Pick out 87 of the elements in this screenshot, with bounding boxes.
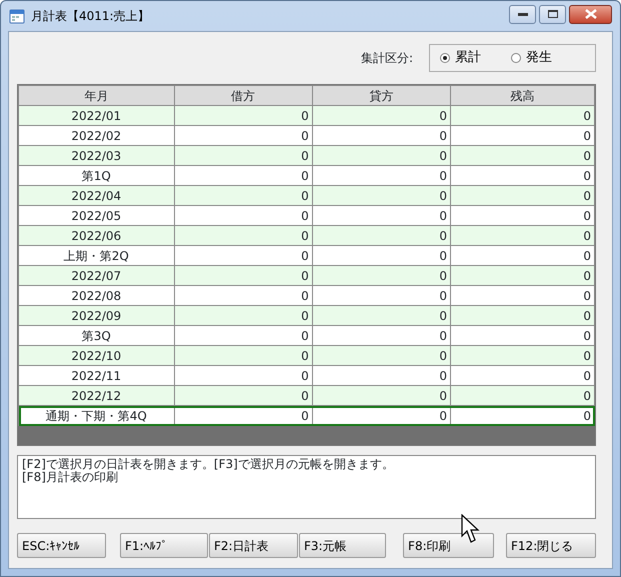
table-cell: 0 <box>312 106 450 126</box>
table-cell: 0 <box>174 166 312 186</box>
table-cell: 0 <box>312 266 450 286</box>
table-cell: 0 <box>450 246 594 266</box>
table-cell: 0 <box>174 386 312 406</box>
table-cell: 0 <box>450 166 594 186</box>
table-cell: 0 <box>174 146 312 166</box>
app-icon <box>9 8 25 24</box>
close-button[interactable] <box>569 4 612 24</box>
table-cell: 0 <box>174 306 312 326</box>
table-cell: 0 <box>450 286 594 306</box>
table-cell: 0 <box>312 126 450 146</box>
table-cell: 0 <box>450 366 594 386</box>
column-header: 貸方 <box>312 86 450 106</box>
table-cell: 2022/08 <box>18 286 174 306</box>
table-cell: 0 <box>312 346 450 366</box>
table-cell: 2022/02 <box>18 126 174 146</box>
table-cell: 0 <box>312 166 450 186</box>
table-cell: 2022/01 <box>18 106 174 126</box>
table-cell: 0 <box>312 406 450 426</box>
table-cell: 0 <box>312 206 450 226</box>
table-cell: 0 <box>450 146 594 166</box>
table-cell: 0 <box>312 146 450 166</box>
aggregation-label: 集計区分: <box>360 50 413 67</box>
column-header: 借方 <box>174 86 312 106</box>
table-cell: 0 <box>174 366 312 386</box>
maximize-button[interactable] <box>539 4 566 24</box>
table-cell: 0 <box>174 406 312 426</box>
table-cell: 2022/04 <box>18 186 174 206</box>
table-cell: 第3Q <box>18 326 174 346</box>
minimize-icon <box>518 12 528 16</box>
radio-option[interactable]: 発生 <box>511 48 552 68</box>
message-line: [F2]で選択月の日計表を開きます。[F3]で選択月の元帳を開きます。 <box>22 458 395 471</box>
table-cell: 0 <box>174 346 312 366</box>
table-cell: 0 <box>174 286 312 306</box>
table-cell: 0 <box>312 286 450 306</box>
function-button[interactable]: F12:閉じる <box>506 533 596 558</box>
radio-option[interactable]: 累計 <box>440 48 481 68</box>
function-button[interactable]: F8:印刷 <box>403 533 494 558</box>
table-cell: 0 <box>450 346 594 366</box>
table-cell: 0 <box>312 326 450 346</box>
table-cell: 2022/03 <box>18 146 174 166</box>
minimize-button[interactable] <box>509 4 536 24</box>
table-cell: 2022/05 <box>18 206 174 226</box>
table-cell: 0 <box>174 246 312 266</box>
table-cell: 0 <box>312 386 450 406</box>
table-cell: 2022/06 <box>18 226 174 246</box>
function-button[interactable]: F2:日計表 <box>209 533 298 558</box>
table-cell: 0 <box>450 266 594 286</box>
function-button[interactable]: F3:元帳 <box>299 533 386 558</box>
table-cell: 0 <box>312 246 450 266</box>
table-cell: 通期・下期・第4Q <box>18 406 174 426</box>
table-cell: 2022/11 <box>18 366 174 386</box>
close-icon <box>584 9 596 19</box>
message-line: [F8]月計表の印刷 <box>22 471 119 484</box>
table-cell: 2022/09 <box>18 306 174 326</box>
table-cell: 0 <box>450 226 594 246</box>
table-cell: 0 <box>174 126 312 146</box>
table-cell: 0 <box>450 386 594 406</box>
table-cell: 0 <box>174 106 312 126</box>
column-header: 年月 <box>18 86 174 106</box>
table-cell: 0 <box>312 366 450 386</box>
table-cell: 0 <box>312 186 450 206</box>
table-cell: 0 <box>450 206 594 226</box>
table-cell: 第1Q <box>18 166 174 186</box>
table-cell: 0 <box>450 186 594 206</box>
table-cell: 0 <box>450 406 594 426</box>
maximize-icon <box>548 10 558 18</box>
table-cell: 0 <box>450 126 594 146</box>
table-cell: 2022/07 <box>18 266 174 286</box>
table-cell: 0 <box>450 106 594 126</box>
table-cell: 0 <box>174 206 312 226</box>
table-cell: 0 <box>450 306 594 326</box>
table-cell: 0 <box>174 326 312 346</box>
table-cell: 2022/10 <box>18 346 174 366</box>
table-cell: 0 <box>174 226 312 246</box>
column-header: 残高 <box>450 86 594 106</box>
function-button[interactable]: ESC:ｷｬﾝｾﾙ <box>17 533 106 558</box>
table-cell: 上期・第2Q <box>18 246 174 266</box>
table-cell: 0 <box>174 266 312 286</box>
table-cell: 0 <box>312 306 450 326</box>
table-cell: 0 <box>312 226 450 246</box>
table-cell: 0 <box>174 186 312 206</box>
table-cell: 0 <box>450 326 594 346</box>
window-title: 月計表【4011:売上】 <box>31 8 150 25</box>
table-cell: 2022/12 <box>18 386 174 406</box>
function-button[interactable]: F1:ﾍﾙﾌﾟ <box>120 533 208 558</box>
